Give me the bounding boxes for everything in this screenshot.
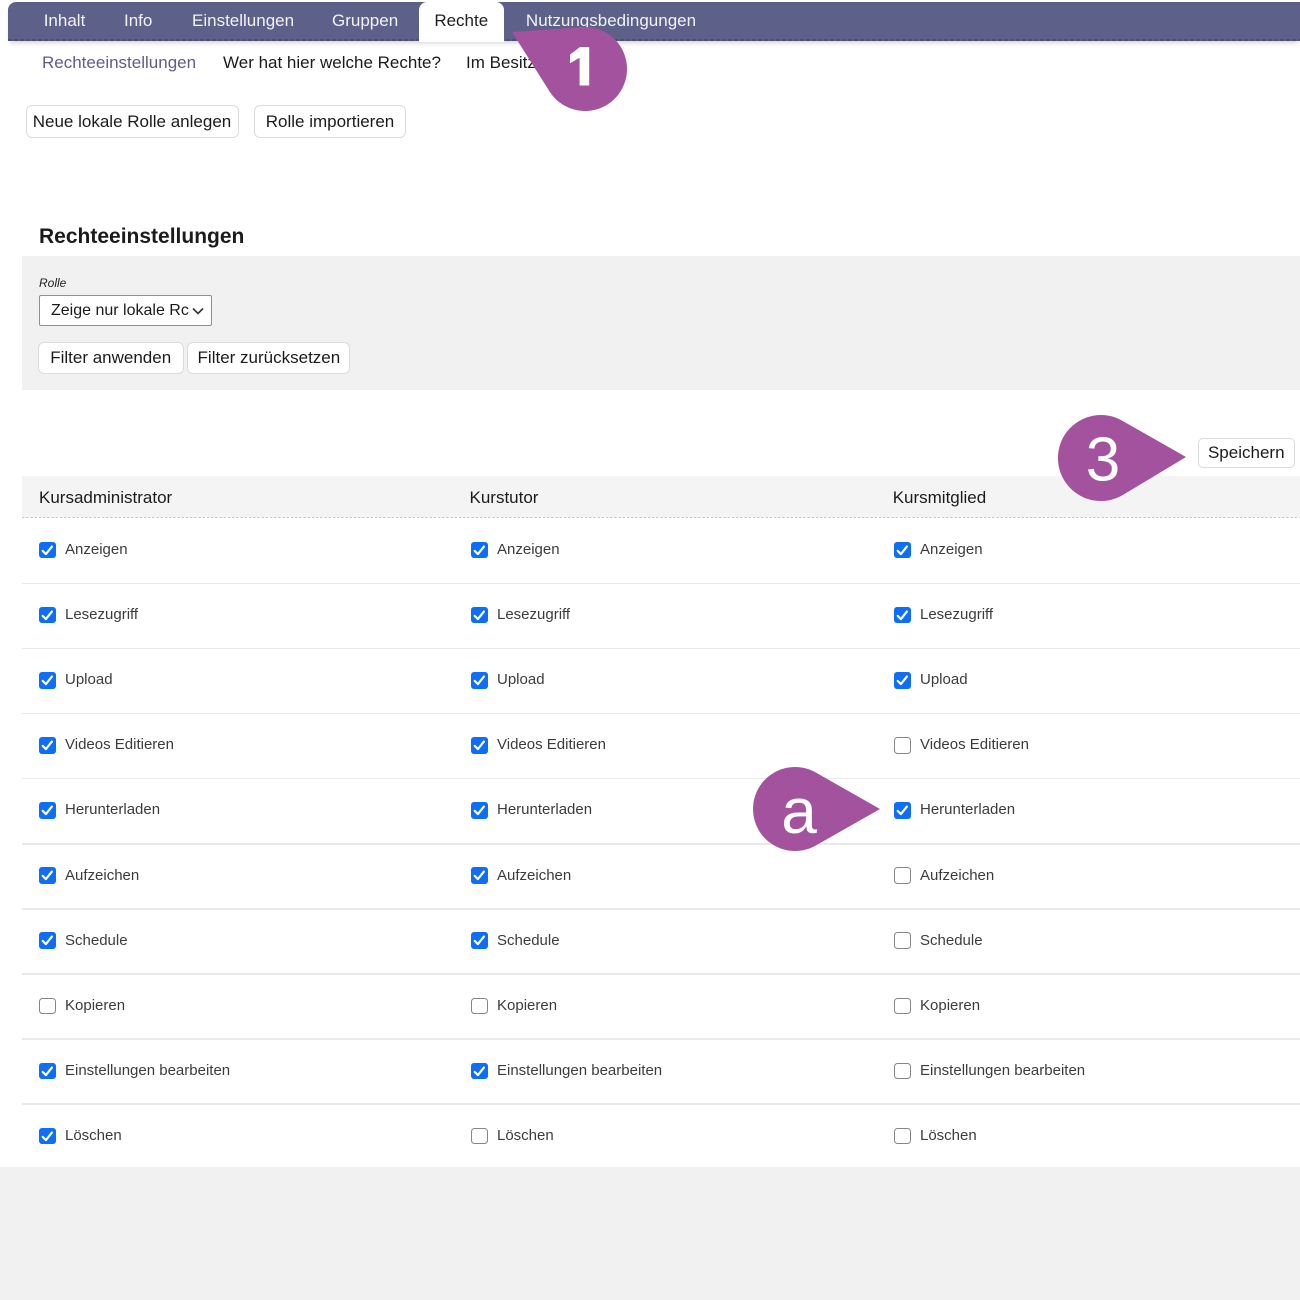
svg-text:a: a [781, 775, 817, 847]
